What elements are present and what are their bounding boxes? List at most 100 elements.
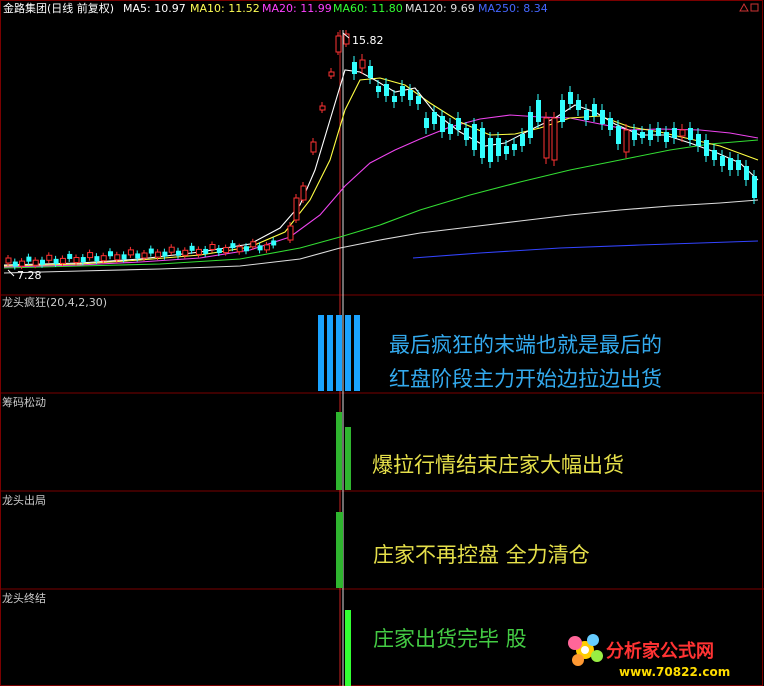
signal-bar [354, 315, 360, 391]
ma120-label: MA120: 9.69 [405, 2, 475, 15]
candle-body [672, 128, 677, 138]
candle-body [155, 251, 162, 258]
candle-body [752, 176, 757, 198]
signal-bar [345, 315, 351, 391]
candle-body [512, 144, 517, 150]
candle-body [46, 254, 53, 261]
ma60-label: MA60: 11.80 [333, 2, 403, 15]
candle-body [648, 130, 653, 140]
candle-body [632, 130, 637, 140]
candle-body [712, 150, 717, 160]
candle-body [293, 197, 300, 221]
low-price-label: 7.28 [17, 269, 42, 282]
candle-body [576, 100, 581, 110]
candle-body [148, 248, 154, 254]
annotation-panel4: 庄家出货完毕 股 [373, 627, 527, 651]
candle-body [162, 251, 168, 257]
candle-body [472, 124, 477, 150]
candle-body [12, 261, 18, 267]
candle-body [216, 248, 222, 254]
ma5-label: MA5: 10.97 [123, 2, 186, 15]
candle-body [640, 132, 645, 138]
candle-body [26, 256, 32, 262]
candle-body [392, 96, 397, 102]
candle-body [80, 257, 86, 263]
candle-body [376, 86, 381, 92]
candle-body [736, 160, 741, 170]
panel-title-longtou-zhongjie: 龙头终结 [2, 591, 46, 605]
panel3-signal-bars [336, 512, 343, 588]
candle-body [384, 84, 389, 96]
signal-bar [336, 315, 342, 391]
signal-bar [318, 315, 324, 391]
candle-body [40, 259, 45, 265]
candle-body [623, 129, 630, 153]
candle-body [744, 166, 749, 180]
candle-body [608, 118, 613, 130]
candle-body [728, 158, 733, 170]
annotation-panel1-line1: 最后疯狂的末端也就是最后的 [389, 333, 662, 357]
candle-body [456, 118, 461, 130]
candle-body [679, 129, 686, 137]
candle-body [704, 140, 709, 156]
candle-body [400, 86, 405, 96]
candle-body [592, 104, 597, 116]
candle-body [408, 90, 413, 100]
signal-bar [336, 412, 342, 490]
panel-title-chouma-songdong: 筹码松动 [2, 395, 46, 409]
candle-body [141, 252, 148, 259]
candle-body [310, 141, 317, 153]
candle-body [568, 92, 573, 104]
candle-body [359, 59, 366, 69]
candle-body [696, 134, 701, 146]
candle-body [100, 255, 107, 262]
candle-body [168, 246, 175, 253]
chart-header: 金路集团(日线 前复权) MA5: 10.97 MA10: 11.52 MA20… [3, 1, 548, 15]
candle-body [5, 257, 12, 264]
candle-body [520, 134, 525, 146]
candle-body [236, 246, 243, 253]
candle-body [504, 146, 509, 154]
watermark-url: www.70822.com [619, 665, 730, 679]
candle-body [432, 112, 437, 124]
candle-body [135, 253, 141, 259]
candle-body [480, 128, 485, 158]
candle-body [656, 128, 661, 136]
candle-body [271, 240, 277, 246]
high-price-label: 15.82 [352, 34, 384, 47]
watermark-title: 分析家公式网 [606, 640, 714, 662]
candle-body [182, 249, 189, 256]
candle-body [328, 71, 335, 77]
candle-body [67, 253, 73, 259]
candle-body [121, 254, 127, 260]
candle-body [664, 132, 669, 142]
candle-body [368, 66, 373, 78]
candle-body [73, 257, 80, 263]
signal-bar [336, 512, 343, 588]
candle-body [319, 105, 326, 111]
candle-body [203, 248, 209, 254]
candle-body [209, 244, 216, 250]
ma250-label: MA250: 8.34 [478, 2, 548, 15]
candle-body [440, 116, 445, 132]
candle-body [300, 185, 307, 201]
candle-body [488, 138, 493, 162]
candle-body [189, 245, 195, 251]
candle-body [448, 124, 453, 134]
candle-body [32, 259, 39, 266]
signal-bar [345, 610, 351, 686]
candle-body [424, 118, 429, 128]
candle-body [94, 256, 100, 262]
annotation-panel1-line2: 红盘阶段主力开始边拉边出货 [389, 367, 662, 391]
candle-body [543, 117, 550, 159]
candle-body [53, 258, 59, 264]
candle-body [616, 126, 621, 144]
candle-body [257, 245, 263, 251]
signal-bar [345, 427, 351, 490]
panel4-signal-bars [345, 610, 351, 686]
stock-chart-window[interactable]: 金路集团(日线 前复权) MA5: 10.97 MA10: 11.52 MA20… [0, 0, 764, 686]
candle-body [223, 247, 230, 254]
candle-body [195, 248, 202, 255]
candle-body [87, 252, 94, 259]
candle-body [263, 244, 270, 251]
